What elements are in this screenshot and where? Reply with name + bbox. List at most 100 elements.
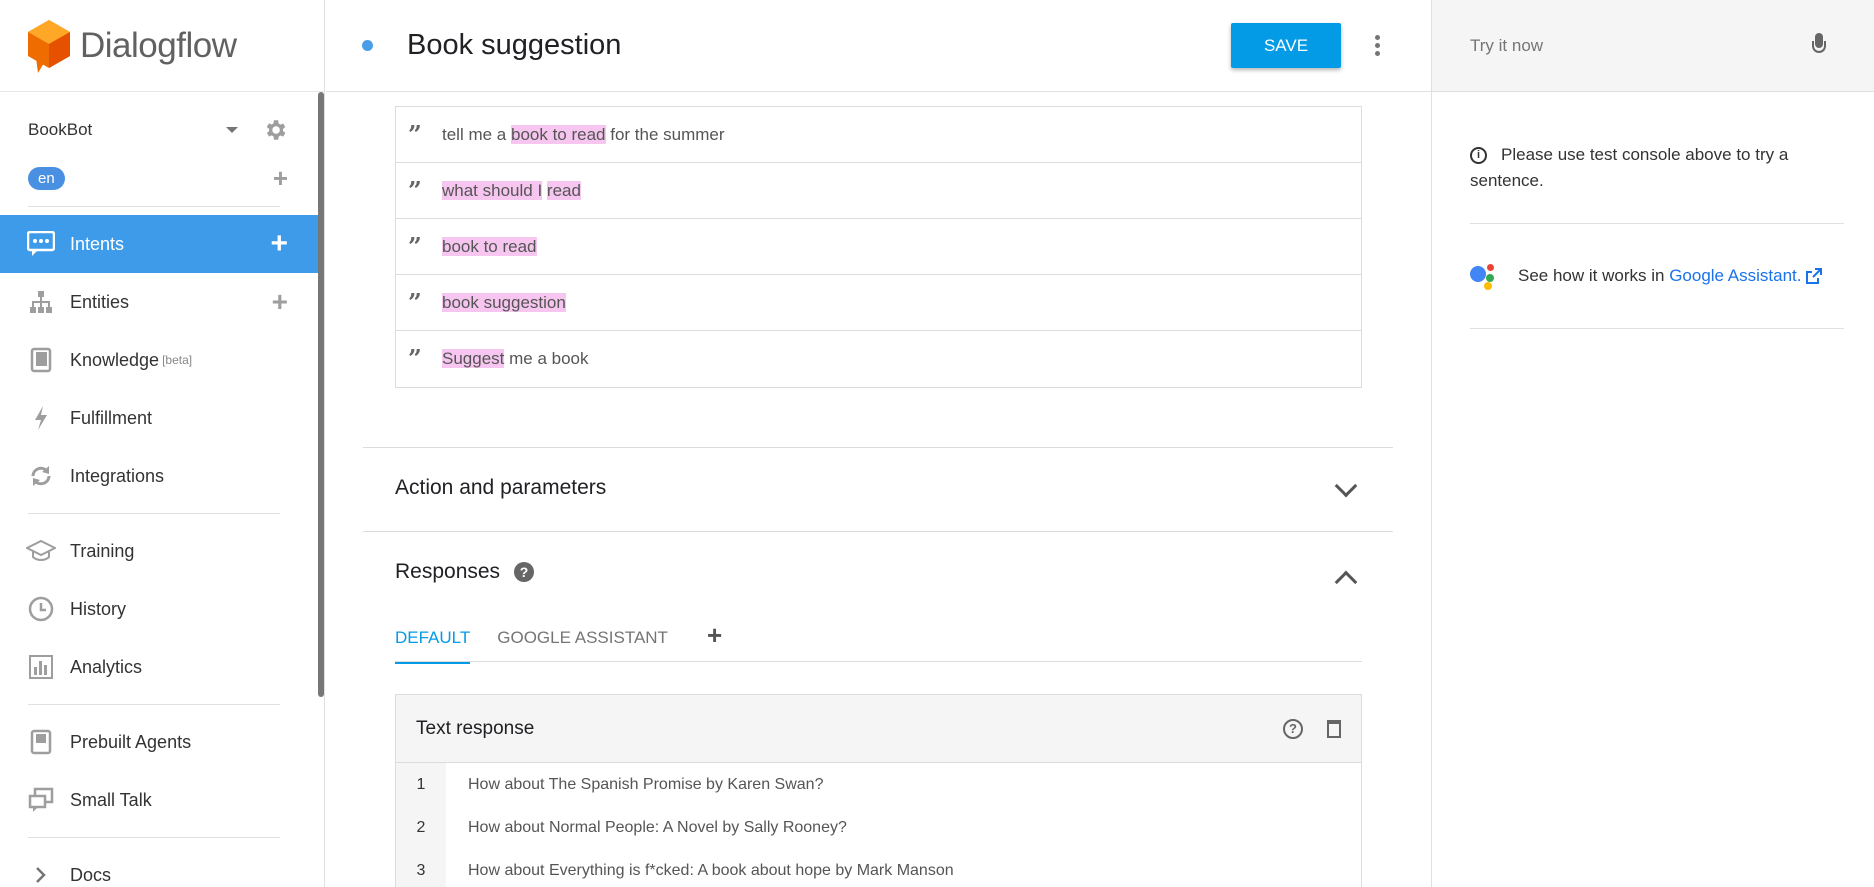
divider <box>363 531 1393 532</box>
quote-icon: ” <box>408 231 422 261</box>
response-text[interactable]: How about Everything is f*cked: A book a… <box>468 862 954 880</box>
sidebar-item-training[interactable]: Training <box>0 522 324 580</box>
info-icon: i <box>1470 147 1487 165</box>
response-row[interactable]: 1 How about The Spanish Promise by Karen… <box>396 763 1361 806</box>
sidebar-item-integrations[interactable]: Integrations <box>0 447 324 505</box>
chevron-up-icon[interactable] <box>1334 570 1358 594</box>
tab-default[interactable]: DEFAULT <box>395 622 471 664</box>
language-badge[interactable]: en <box>28 166 65 190</box>
sidebar: Dialogflow BookBot en + Intents + Entiti… <box>0 0 325 887</box>
responses-title[interactable]: Responses? <box>395 560 535 584</box>
sidebar-scrollbar[interactable] <box>318 92 324 697</box>
row-number: 3 <box>396 849 446 887</box>
sidebar-item-prebuilt-agents[interactable]: Prebuilt Agents <box>0 713 324 771</box>
phrase-text[interactable]: book to read <box>442 236 537 257</box>
ga-text: See how it works in Google Assistant. <box>1518 266 1802 285</box>
try-it-box <box>1432 0 1874 92</box>
add-intent-icon[interactable]: + <box>270 227 288 261</box>
sidebar-item-analytics[interactable]: Analytics <box>0 638 324 696</box>
sidebar-item-fulfillment[interactable]: Fulfillment <box>0 389 324 447</box>
phrase-text[interactable]: Suggest me a book <box>442 349 589 369</box>
book-icon <box>26 345 56 375</box>
row-number: 2 <box>396 806 446 849</box>
sidebar-item-label: Integrations <box>70 465 165 486</box>
logo[interactable]: Dialogflow <box>0 0 324 92</box>
test-console: iPlease use test console above to try a … <box>1431 0 1874 887</box>
training-phrase[interactable]: ” Suggest me a book <box>396 331 1361 387</box>
dialogflow-logo-icon <box>28 19 70 73</box>
training-phrase[interactable]: ” book suggestion <box>396 275 1361 331</box>
sync-icon <box>26 461 56 491</box>
add-tab-icon[interactable]: + <box>707 622 722 648</box>
intent-name[interactable]: Book suggestion <box>407 29 1231 62</box>
sidebar-item-docs[interactable]: Docs <box>0 846 324 887</box>
help-icon[interactable]: ? <box>514 562 535 583</box>
sidebar-item-entities[interactable]: Entities + <box>0 273 324 331</box>
phrase-text[interactable]: book suggestion <box>442 292 566 313</box>
external-link-icon[interactable] <box>1805 268 1822 284</box>
help-icon[interactable]: ? <box>1283 718 1303 739</box>
sidebar-item-label: Knowledge <box>70 349 160 370</box>
chevron-down-icon[interactable] <box>226 127 238 133</box>
training-phrase[interactable]: ” tell me a book to read for the summer <box>396 107 1361 163</box>
agent-name: BookBot <box>28 120 93 139</box>
training-phrase[interactable]: ” book to read <box>396 219 1361 275</box>
sidebar-item-label: Prebuilt Agents <box>70 731 192 752</box>
response-row[interactable]: 3 How about Everything is f*cked: A book… <box>396 849 1361 887</box>
google-assistant-promo: See how it works in Google Assistant. <box>1470 224 1844 329</box>
tab-google-assistant[interactable]: GOOGLE ASSISTANT <box>497 622 668 662</box>
sidebar-item-label: Fulfillment <box>70 407 153 428</box>
training-phrases-list: ” tell me a book to read for the summer … <box>395 106 1362 388</box>
sidebar-item-label: Training <box>70 540 135 561</box>
google-assistant-link[interactable]: Google Assistant. <box>1669 266 1801 285</box>
sidebar-item-label: Entities <box>70 291 130 312</box>
sidebar-item-label: Docs <box>70 864 112 885</box>
quote-icon: ” <box>408 344 422 373</box>
sidebar-item-intents[interactable]: Intents + <box>0 215 324 273</box>
divider <box>363 447 1393 448</box>
try-it-input[interactable] <box>1470 35 1812 56</box>
quote-icon: ” <box>408 119 422 149</box>
lightning-icon <box>26 403 56 433</box>
sidebar-item-knowledge[interactable]: Knowledge [beta] <box>0 331 324 389</box>
response-tabs: DEFAULT GOOGLE ASSISTANT + <box>395 622 1362 664</box>
info-text: Please use test console above to try a s… <box>1470 145 1789 190</box>
sidebar-item-label: Small Talk <box>70 789 152 810</box>
microphone-icon[interactable] <box>1812 32 1826 59</box>
intent-editor: ” tell me a book to read for the summer … <box>326 92 1431 887</box>
sidebar-item-label: History <box>70 598 127 619</box>
sidebar-item-small-talk[interactable]: Small Talk <box>0 771 324 829</box>
chevron-right-icon <box>26 860 56 887</box>
brand-name: Dialogflow <box>80 25 237 65</box>
action-parameters-title[interactable]: Action and parameters <box>395 476 606 500</box>
response-text[interactable]: How about Normal People: A Novel by Sall… <box>468 819 847 837</box>
quote-icon: ” <box>408 175 422 205</box>
add-entity-icon[interactable]: + <box>272 288 288 316</box>
save-button[interactable]: SAVE <box>1231 23 1341 68</box>
priority-dot-icon[interactable] <box>362 40 373 51</box>
gear-icon[interactable] <box>262 117 288 143</box>
bookmark-book-icon <box>26 727 56 757</box>
response-text[interactable]: How about The Spanish Promise by Karen S… <box>468 776 823 794</box>
intent-header: Book suggestion SAVE <box>326 0 1431 92</box>
chevron-down-icon[interactable] <box>1334 474 1358 498</box>
text-response-card: Text response ? 1 How about The Spanish … <box>395 694 1362 887</box>
trash-icon[interactable] <box>1327 719 1341 738</box>
divider <box>28 837 280 838</box>
phrase-text[interactable]: what should I read <box>442 180 581 201</box>
hierarchy-icon <box>26 287 56 317</box>
add-language-icon[interactable]: + <box>273 165 288 191</box>
sidebar-item-history[interactable]: History <box>0 580 324 638</box>
phrase-text[interactable]: tell me a book to read for the summer <box>442 124 725 145</box>
training-phrase[interactable]: ” what should I read <box>396 163 1361 219</box>
sidebar-item-label: Intents <box>70 233 125 254</box>
clock-icon <box>26 594 56 624</box>
more-options-icon[interactable] <box>1367 35 1387 56</box>
divider <box>28 704 280 705</box>
info-message: i Please use test console above to try a … <box>1470 142 1844 224</box>
response-row[interactable]: 2 How about Normal People: A Novel by Sa… <box>396 806 1361 849</box>
graduation-cap-icon <box>26 536 56 566</box>
bar-chart-icon <box>26 652 56 682</box>
text-response-title: Text response <box>416 717 535 739</box>
agent-selector[interactable]: BookBot <box>0 102 324 158</box>
